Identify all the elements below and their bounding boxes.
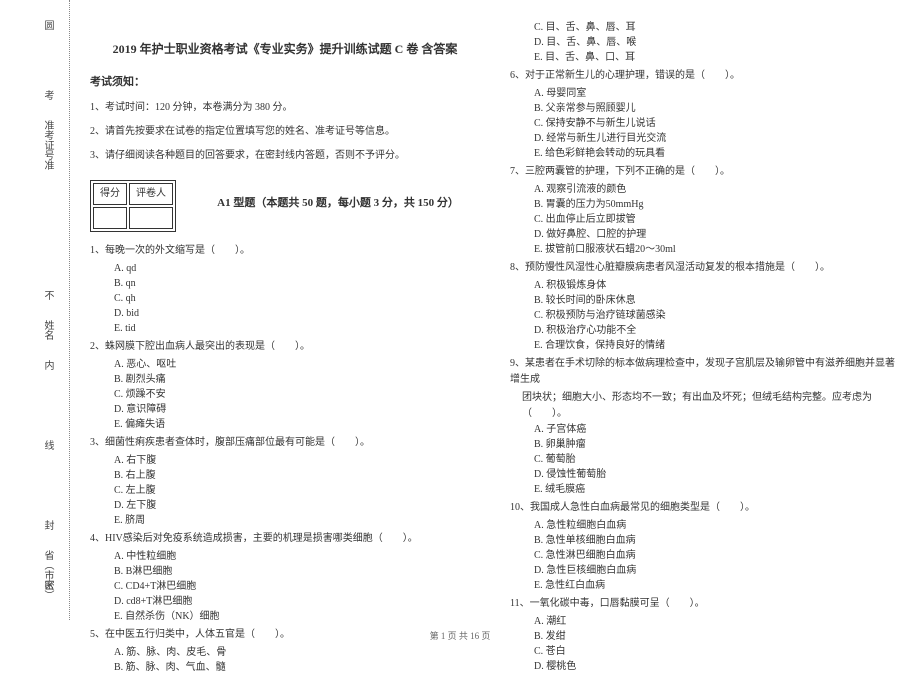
- option: B. 较长时间的卧床休息: [534, 293, 900, 308]
- question-9: 9、某患者在手术切除的标本做病理检查中，发现子宫肌层及输卵管中有滋养细胞并显著增…: [510, 356, 900, 388]
- option: B. B淋巴细胞: [114, 564, 480, 579]
- notice-item: 2、请首先按要求在试卷的指定位置填写您的姓名、准考证号等信息。: [90, 124, 480, 140]
- option: A. qd: [114, 261, 480, 276]
- option: E. 脐周: [114, 513, 480, 528]
- option: A. 积极锻炼身体: [534, 278, 900, 293]
- binding-char: 封: [40, 520, 55, 530]
- binding-char: 不: [40, 290, 55, 300]
- question-10: 10、我国成人急性白血病最常见的细胞类型是（ ）。: [510, 500, 900, 516]
- exam-title: 2019 年护士职业资格考试《专业实务》提升训练试题 C 卷 含答案: [90, 40, 480, 59]
- section-a1-title: A1 型题（本题共 50 题，每小题 3 分，共 150 分）: [196, 195, 480, 213]
- option: C. qh: [114, 291, 480, 306]
- option: B. 右上腹: [114, 468, 480, 483]
- option: A. 筋、脉、肉、皮毛、骨: [114, 645, 480, 660]
- option: E. 拔管前口服液状石蜡20～30ml: [534, 242, 900, 257]
- option: E. 目、舌、鼻、口、耳: [534, 50, 900, 65]
- option: A. 子宫体癌: [534, 422, 900, 437]
- option: D. 左下腹: [114, 498, 480, 513]
- option: D. cd8+T淋巴细胞: [114, 594, 480, 609]
- left-column: 2019 年护士职业资格考试《专业实务》提升训练试题 C 卷 含答案 考试须知：…: [90, 20, 480, 620]
- option: A. 观察引流液的颜色: [534, 182, 900, 197]
- option: D. 经常与新生儿进行目光交流: [534, 131, 900, 146]
- option: E. tid: [114, 321, 480, 336]
- option: C. 保持安静不与新生儿说话: [534, 116, 900, 131]
- option: D. 积极治疗心功能不全: [534, 323, 900, 338]
- option: C. 出血停止后立即拔管: [534, 212, 900, 227]
- option: C. 烦躁不安: [114, 387, 480, 402]
- binding-char: 圆: [40, 20, 55, 30]
- option: E. 绒毛膜癌: [534, 482, 900, 497]
- option: B. qn: [114, 276, 480, 291]
- question-1: 1、每晚一次的外文缩写是（ ）。: [90, 243, 480, 259]
- option: B. 急性单核细胞白血病: [534, 533, 900, 548]
- option: E. 自然杀伤（NK）细胞: [114, 609, 480, 624]
- notice-item: 3、请仔细阅读各种题目的回答要求，在密封线内答题，否则不予评分。: [90, 148, 480, 164]
- score-cell-score: 得分: [93, 183, 127, 205]
- binding-char: 线: [40, 440, 55, 450]
- score-table: 得分 评卷人: [90, 180, 176, 232]
- score-cell-grader: 评卷人: [129, 183, 173, 205]
- option: B. 父亲常参与照顾婴儿: [534, 101, 900, 116]
- binding-char: 准: [40, 160, 55, 170]
- page-footer: 第 1 页 共 16 页: [0, 629, 920, 642]
- option: D. 意识障碍: [114, 402, 480, 417]
- option: D. 侵蚀性葡萄胎: [534, 467, 900, 482]
- option: A. 急性粒细胞白血病: [534, 518, 900, 533]
- notice-item: 1、考试时间：120 分钟，本卷满分为 380 分。: [90, 100, 480, 116]
- option: C. 积极预防与治疗链球菌感染: [534, 308, 900, 323]
- option: E. 给色彩鲜艳会转动的玩具看: [534, 146, 900, 161]
- question-8: 8、预防慢性风湿性心脏瓣膜病患者风湿活动复发的根本措施是（ ）。: [510, 260, 900, 276]
- option: B. 胃囊的压力为50mmHg: [534, 197, 900, 212]
- right-column: C. 目、舌、鼻、唇、耳 D. 目、舌、鼻、唇、喉 E. 目、舌、鼻、口、耳 6…: [510, 20, 900, 620]
- binding-margin: 圆 考 准考证号 准 不 姓名 内 线 封 省（市区） 密: [30, 0, 70, 620]
- option: D. 做好鼻腔、口腔的护理: [534, 227, 900, 242]
- option: C. 苍白: [534, 644, 900, 659]
- option: C. CD4+T淋巴细胞: [114, 579, 480, 594]
- question-2: 2、蛛网膜下腔出血病人最突出的表现是（ ）。: [90, 339, 480, 355]
- option: E. 急性红白血病: [534, 578, 900, 593]
- option: E. 偏瘫失语: [114, 417, 480, 432]
- score-row: 得分 评卷人 A1 型题（本题共 50 题，每小题 3 分，共 150 分）: [90, 172, 480, 240]
- binding-label-id: 准考证号: [40, 120, 55, 160]
- binding-char: 密: [40, 580, 55, 590]
- option: A. 潮红: [534, 614, 900, 629]
- option: D. bid: [114, 306, 480, 321]
- option: B. 筋、脉、肉、气血、髓: [114, 660, 480, 675]
- binding-label-name: 姓名: [40, 320, 55, 340]
- option: C. 目、舌、鼻、唇、耳: [534, 20, 900, 35]
- option: D. 急性巨核细胞白血病: [534, 563, 900, 578]
- option: A. 中性粒细胞: [114, 549, 480, 564]
- notice-heading: 考试须知：: [90, 74, 480, 92]
- option: B. 剧烈头痛: [114, 372, 480, 387]
- binding-char: 考: [40, 90, 55, 100]
- option: C. 左上腹: [114, 483, 480, 498]
- question-4: 4、HIV感染后对免疫系统造成损害，主要的机理是损害哪类细胞（ ）。: [90, 531, 480, 547]
- page-content: 2019 年护士职业资格考试《专业实务》提升训练试题 C 卷 含答案 考试须知：…: [90, 20, 900, 620]
- question-11: 11、一氧化碳中毒，口唇黏膜可呈（ ）。: [510, 596, 900, 612]
- option: A. 恶心、呕吐: [114, 357, 480, 372]
- option: D. 目、舌、鼻、唇、喉: [534, 35, 900, 50]
- binding-char: 内: [40, 360, 55, 370]
- option: D. 樱桃色: [534, 659, 900, 674]
- question-7: 7、三腔两囊管的护理，下列不正确的是（ ）。: [510, 164, 900, 180]
- binding-label-region: 省（市区）: [40, 550, 55, 600]
- question-6: 6、对于正常新生儿的心理护理，错误的是（ ）。: [510, 68, 900, 84]
- question-9-cont: 团块状；细胞大小、形态均不一致；有出血及坏死；但绒毛结构完整。应考虑为（ ）。: [522, 390, 900, 422]
- question-3: 3、细菌性痢疾患者查体时，腹部压痛部位最有可能是（ ）。: [90, 435, 480, 451]
- option: B. 卵巢肿瘤: [534, 437, 900, 452]
- option: A. 母婴同室: [534, 86, 900, 101]
- option: C. 急性淋巴细胞白血病: [534, 548, 900, 563]
- option: C. 葡萄胎: [534, 452, 900, 467]
- option: A. 右下腹: [114, 453, 480, 468]
- option: E. 合理饮食，保持良好的情绪: [534, 338, 900, 353]
